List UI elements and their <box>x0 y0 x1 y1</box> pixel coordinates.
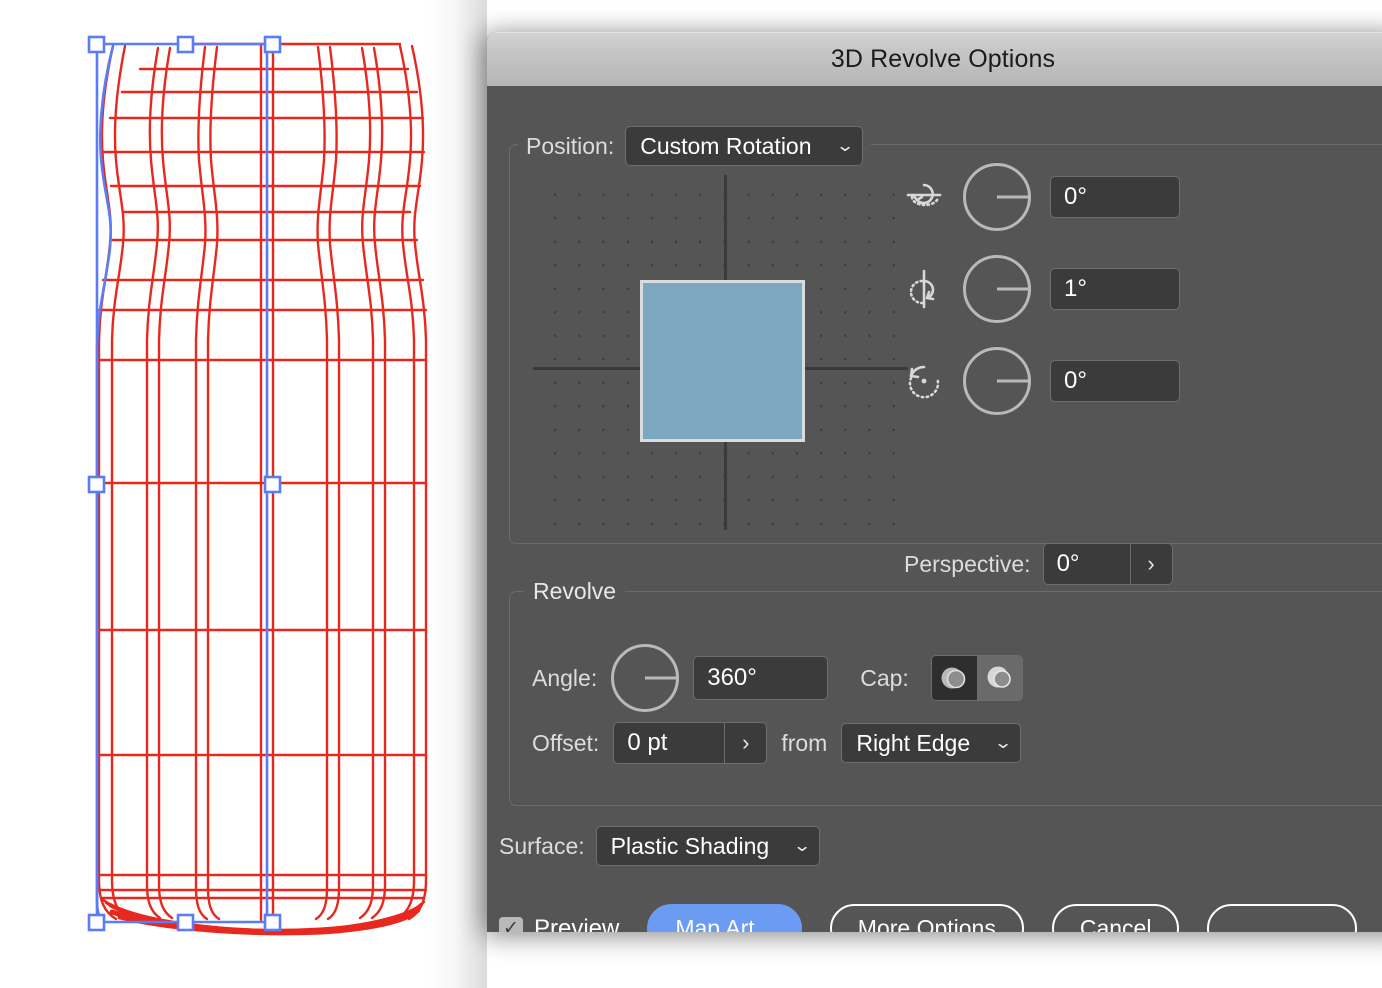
illustrator-canvas[interactable] <box>0 0 487 988</box>
revolve-group: Revolve Angle: 360° Cap: Offset: 0 pt › … <box>509 578 1382 806</box>
angle-dial[interactable] <box>611 644 680 712</box>
rotation-x-row: 0° <box>904 163 1180 231</box>
rotation-x-input[interactable]: 0° <box>1050 176 1180 218</box>
position-select[interactable]: Custom Rotation ⌄ <box>625 126 863 166</box>
dialog-body: Position: Custom Rotation ⌄ 0° 1° 0° Per… <box>487 86 1382 932</box>
cap-solid-icon[interactable] <box>931 656 977 700</box>
position-label: Position: <box>526 132 615 159</box>
surface-label: Surface: <box>499 832 585 859</box>
perspective-stepper[interactable]: 0° › <box>1042 543 1173 585</box>
rotate-x-axis-icon <box>904 175 944 219</box>
chevron-right-icon[interactable]: › <box>724 723 766 763</box>
surface-select[interactable]: Plastic Shading ⌄ <box>595 826 821 866</box>
offset-label: Offset: <box>532 729 600 756</box>
chevron-right-icon[interactable]: › <box>1129 544 1172 584</box>
rotation-x-dial[interactable] <box>963 163 1031 231</box>
artwork-wireframe[interactable] <box>0 0 487 988</box>
rotation-y-input[interactable]: 1° <box>1050 268 1180 310</box>
perspective-label: Perspective: <box>904 550 1031 577</box>
cap-label: Cap: <box>860 664 909 691</box>
perspective-input[interactable]: 0° <box>1044 544 1130 584</box>
cancel-button[interactable]: Cancel <box>1051 904 1180 932</box>
chevron-down-icon: ⌄ <box>993 733 1013 752</box>
perspective-row: Perspective: 0° › <box>904 543 1173 585</box>
offset-from-value: Right Edge <box>856 729 971 756</box>
rotate-y-axis-icon <box>904 267 944 311</box>
offset-input[interactable]: 0 pt <box>614 723 724 763</box>
dialog-title: 3D Revolve Options <box>830 45 1056 73</box>
surface-row: Surface: Plastic Shading ⌄ <box>499 826 821 866</box>
dialog-footer: ✓ Preview Map Art... More Options Cancel <box>499 904 1358 933</box>
trackball-front-face[interactable] <box>640 280 805 442</box>
from-label: from <box>781 729 828 756</box>
revolve-group-label: Revolve <box>524 578 626 605</box>
more-options-button[interactable]: More Options <box>829 904 1024 932</box>
map-art-button[interactable]: Map Art... <box>647 904 802 932</box>
offset-stepper[interactable]: 0 pt › <box>613 722 768 764</box>
3d-revolve-options-dialog: 3D Revolve Options Position: Custom Rota… <box>487 32 1382 932</box>
rotate-z-axis-icon <box>904 359 944 403</box>
check-icon: ✓ <box>503 918 519 932</box>
position-select-value: Custom Rotation <box>640 132 812 159</box>
rotation-z-row: 0° <box>904 347 1180 415</box>
angle-input[interactable]: 360° <box>693 656 829 700</box>
ok-button[interactable] <box>1207 904 1358 932</box>
rotation-y-dial[interactable] <box>963 255 1031 323</box>
preview-checkbox[interactable]: ✓ <box>499 916 523 932</box>
surface-select-value: Plastic Shading <box>610 832 770 859</box>
cap-toggle-group <box>930 655 1023 701</box>
screen: 3D Revolve Options Position: Custom Rota… <box>0 0 1382 988</box>
angle-label: Angle: <box>532 664 598 691</box>
rotation-z-input[interactable]: 0° <box>1050 360 1180 402</box>
position-group: Position: Custom Rotation ⌄ 0° 1° 0° Per… <box>509 125 1382 585</box>
chevron-down-icon: ⌄ <box>835 136 855 155</box>
rotation-z-dial[interactable] <box>963 347 1031 415</box>
cap-hollow-icon[interactable] <box>976 656 1022 700</box>
position-row: Position: Custom Rotation ⌄ <box>518 125 871 167</box>
rotation-trackball[interactable] <box>533 175 908 530</box>
offset-from-select[interactable]: Right Edge ⌄ <box>841 723 1022 763</box>
chevron-down-icon: ⌄ <box>792 836 812 855</box>
rotation-y-row: 1° <box>904 255 1180 323</box>
angle-row: Angle: 360° Cap: <box>532 644 1023 712</box>
preview-label: Preview <box>534 914 620 933</box>
preview-checkbox-row[interactable]: ✓ Preview <box>499 914 620 933</box>
offset-row: Offset: 0 pt › from Right Edge ⌄ <box>532 722 1022 764</box>
dialog-titlebar[interactable]: 3D Revolve Options <box>487 32 1382 86</box>
